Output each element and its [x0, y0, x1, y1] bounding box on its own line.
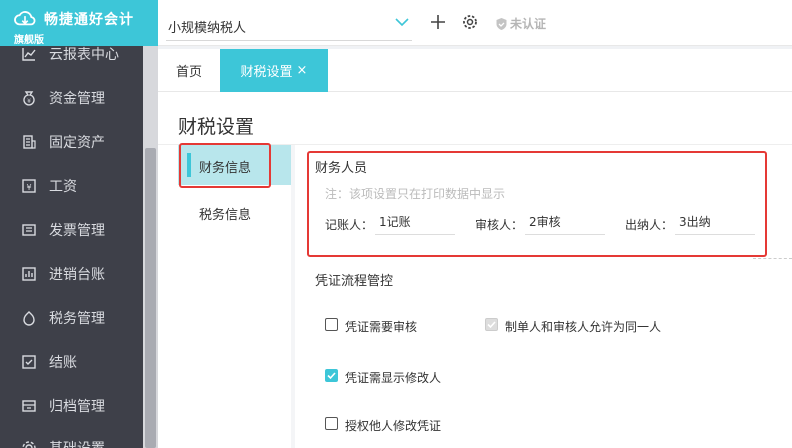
- gear-icon[interactable]: [462, 14, 478, 30]
- show-modifier-checkbox[interactable]: [325, 369, 338, 382]
- highlight-box: [179, 143, 271, 188]
- page-title: 财税设置: [178, 116, 255, 138]
- sidebar-item-inventory-ledger[interactable]: 进销台账: [0, 252, 143, 296]
- divider: [753, 258, 792, 259]
- voucher-review-checkbox[interactable]: [325, 318, 338, 331]
- tax-icon: [20, 309, 38, 327]
- payroll-icon: ¥: [20, 177, 38, 195]
- same-user-checkbox[interactable]: [485, 318, 498, 331]
- cashier-field[interactable]: 3出纳: [675, 213, 755, 235]
- sidebar-item-close-period[interactable]: 结账: [0, 340, 143, 384]
- sidebar-item-funds[interactable]: ¥ 资金管理: [0, 76, 143, 120]
- top-bar: 小规模纳税人 未认证: [158, 0, 792, 46]
- bookkeeper-label: 记账人：: [325, 218, 374, 232]
- sidebar-item-label: 资金管理: [49, 91, 105, 107]
- voucher-review-label: 凭证需要审核: [345, 320, 418, 334]
- app-title: 畅捷通好会计: [44, 12, 134, 28]
- ledger-icon: [20, 265, 38, 283]
- reviewer-label: 审核人：: [475, 218, 524, 232]
- cashier-label: 出纳人：: [625, 218, 674, 232]
- sidebar-item-label: 云报表中心: [49, 47, 119, 63]
- sidebar-item-label: 发票管理: [49, 223, 105, 239]
- sidebar-item-label: 固定资产: [49, 135, 105, 151]
- svg-text:¥: ¥: [27, 98, 31, 105]
- sidebar-item-label: 结账: [49, 355, 77, 371]
- main-content: 财税设置 财务信息 税务信息 财务人员 注：该项设置只在打印数据中显示 记账人：…: [158, 92, 792, 448]
- auth-status[interactable]: 未认证: [495, 15, 546, 32]
- tab-label: 财税设置: [240, 65, 293, 80]
- sidebar-item-archive[interactable]: 归档管理: [0, 384, 143, 428]
- sidebar-item-label: 基础设置: [49, 438, 105, 448]
- check-icon: [487, 321, 496, 329]
- chevron-down-icon[interactable]: [395, 17, 409, 27]
- bookkeeper-field[interactable]: 1记账: [375, 213, 455, 235]
- authorize-edit-checkbox[interactable]: [325, 417, 338, 430]
- tab-home[interactable]: 首页: [158, 49, 220, 92]
- money-bag-icon: ¥: [20, 89, 38, 107]
- shield-icon: [496, 17, 507, 30]
- same-user-label: 制单人和审核人允许为同一人: [505, 320, 662, 334]
- reviewer-field[interactable]: 2审核: [525, 213, 605, 235]
- sidebar: 畅捷通好会计 旗舰版 云报表中心 ¥ 资金管理 固定资产 ¥ 工资 发票管理 进…: [0, 0, 158, 448]
- sidebar-item-tax[interactable]: 税务管理: [0, 296, 143, 340]
- svg-text:¥: ¥: [26, 183, 31, 192]
- voucher-flow-title: 凭证流程管控: [315, 274, 394, 289]
- invoice-icon: [20, 221, 38, 239]
- company-select-underline: [166, 40, 412, 41]
- settings-icon: [20, 439, 38, 448]
- tab-bar: 首页 财税设置 ×: [158, 49, 792, 92]
- show-modifier-label: 凭证需显示修改人: [345, 371, 442, 385]
- add-icon[interactable]: [430, 14, 446, 30]
- sidebar-item-label: 税务管理: [49, 311, 105, 327]
- sidebar-item-label: 进销台账: [49, 267, 105, 283]
- cloud-logo-icon: [14, 11, 36, 26]
- sidebar-item-fixed-assets[interactable]: 固定资产: [0, 120, 143, 164]
- highlight-box: [307, 151, 767, 257]
- close-icon[interactable]: ×: [297, 63, 308, 78]
- sidebar-scroll-thumb[interactable]: [145, 148, 156, 448]
- tab-tax-settings[interactable]: 财税设置 ×: [220, 49, 328, 92]
- close-period-icon: [20, 353, 38, 371]
- chart-line-icon: [20, 45, 38, 63]
- archive-icon: [20, 397, 38, 415]
- building-icon: [20, 133, 38, 151]
- sidebar-item-report-center[interactable]: 云报表中心: [0, 32, 143, 76]
- sidebar-item-label: 归档管理: [49, 399, 105, 415]
- sidebar-item-payroll[interactable]: ¥ 工资: [0, 164, 143, 208]
- finance-staff-title: 财务人员: [315, 161, 368, 176]
- sidebar-item-invoice[interactable]: 发票管理: [0, 208, 143, 252]
- subnav-item-tax-info[interactable]: 税务信息: [199, 204, 251, 223]
- company-select[interactable]: 小规模纳税人: [168, 17, 246, 36]
- finance-info-panel: 财务人员 注：该项设置只在打印数据中显示 记账人： 1记账 审核人： 2审核 出…: [295, 145, 792, 448]
- sidebar-item-basic-settings[interactable]: 基础设置: [0, 426, 143, 448]
- settings-subnav: 财务信息 税务信息: [178, 145, 291, 448]
- print-hint: 注：该项设置只在打印数据中显示: [325, 187, 506, 201]
- authorize-edit-label: 授权他人修改凭证: [345, 419, 442, 433]
- auth-status-label: 未认证: [510, 17, 547, 31]
- check-icon: [327, 372, 336, 380]
- sidebar-item-label: 工资: [49, 179, 77, 195]
